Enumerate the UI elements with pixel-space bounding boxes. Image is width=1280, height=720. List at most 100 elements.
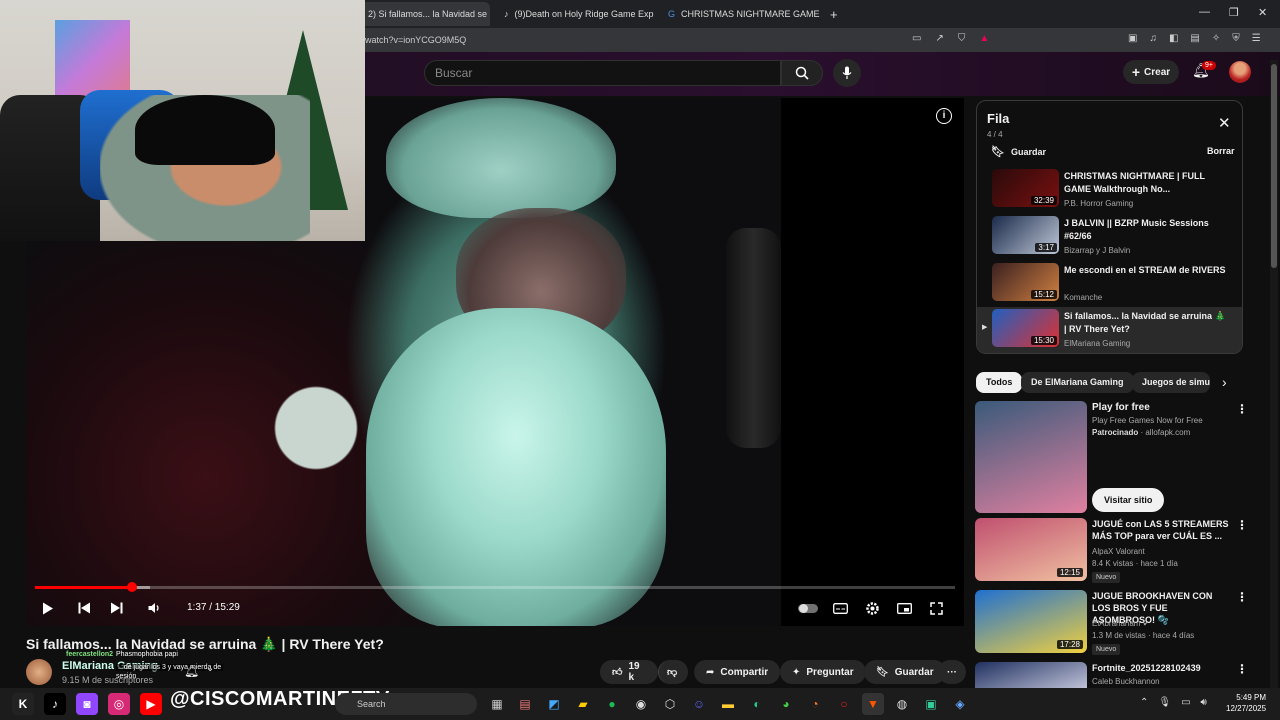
mic-icon[interactable]: 🎙︎	[1158, 697, 1171, 708]
info-icon[interactable]: i	[936, 108, 952, 124]
music-icon[interactable]: ♫	[1149, 33, 1157, 44]
save-button[interactable]: 🔖︎ Guardar	[864, 660, 946, 684]
chip-simulation-games[interactable]: Juegos de simu	[1132, 372, 1210, 393]
network-icon[interactable]: ▭	[1181, 697, 1190, 708]
kebab-icon[interactable]: ⋮	[1236, 402, 1248, 416]
recommendation-title[interactable]: JUGUÉ con LAS 5 STREAMERS MÁS TOP para v…	[1092, 518, 1232, 542]
queue-item-title[interactable]: Si fallamos... la Navidad se arruina 🎄 |…	[1064, 310, 1229, 336]
queue-item-title[interactable]: J BALVIN || BZRP Music Sessions #62/66	[1064, 217, 1229, 243]
queue-thumbnail[interactable]: 3:17	[992, 216, 1059, 254]
fullscreen-icon[interactable]	[930, 598, 943, 618]
video-thumbnail[interactable]: 12:15	[975, 518, 1087, 581]
twitch-icon[interactable]: ◙	[76, 693, 98, 715]
ai-icon[interactable]: ✧	[1212, 33, 1220, 44]
cast-icon[interactable]: ▭	[912, 33, 921, 44]
rewards-icon[interactable]: ▲	[979, 33, 989, 44]
chip-channel[interactable]: De ElMariana Gaming	[1021, 372, 1134, 393]
url-field[interactable]: watch?v=ionYCGO9M5Q	[365, 32, 1000, 48]
ask-button[interactable]: ✦ Preguntar	[780, 660, 866, 684]
video-thumbnail[interactable]: 17:28	[975, 590, 1087, 653]
leo-icon[interactable]: ▣	[1128, 33, 1137, 44]
captions-icon[interactable]	[833, 598, 848, 618]
queue-item[interactable]: ▶ 15:30 Si fallamos... la Navidad se arrui…	[977, 307, 1242, 353]
steam-icon[interactable]: ◈	[949, 693, 971, 715]
queue-item-title[interactable]: CHRISTMAS NIGHTMARE | FULL GAME Walkthro…	[1064, 170, 1229, 196]
progress-bar[interactable]	[35, 586, 955, 589]
queue-thumbnail[interactable]: 15:12	[992, 263, 1059, 301]
app-icon[interactable]: ▣	[920, 693, 942, 715]
minimize-icon[interactable]: —	[1199, 6, 1210, 18]
queue-thumbnail[interactable]: 15:30	[992, 309, 1059, 347]
vpn-icon[interactable]: ⛨	[1232, 33, 1240, 44]
miniplayer-icon[interactable]	[897, 598, 912, 618]
tiktok-icon[interactable]: ♪	[44, 693, 66, 715]
chip-all[interactable]: Todos	[976, 372, 1023, 393]
dislike-button[interactable]: 👎︎	[658, 660, 688, 684]
edge-icon[interactable]: ◐	[746, 693, 768, 715]
prev-icon[interactable]	[78, 598, 91, 618]
recommendation-item[interactable]: 12:15 JUGUÉ con LAS 5 STREAMERS MÁS TOP p…	[975, 518, 1250, 583]
next-icon[interactable]	[110, 598, 123, 618]
play-icon[interactable]	[42, 598, 54, 618]
autoplay-toggle[interactable]	[798, 598, 818, 618]
brave-icon[interactable]: ▼	[862, 693, 884, 715]
scrollbar-thumb[interactable]	[1271, 64, 1277, 268]
obs-icon[interactable]: ◍	[891, 693, 913, 715]
queue-save-button[interactable]: 🔖︎ Guardar	[991, 145, 1046, 158]
queue-item[interactable]: 3:17 J BALVIN || BZRP Music Sessions #62/…	[977, 214, 1242, 260]
firefox-icon[interactable]: ◔	[804, 693, 826, 715]
app-icon[interactable]: ▤	[514, 693, 536, 715]
kick-icon[interactable]: K	[12, 693, 34, 715]
video-thumbnail[interactable]	[975, 401, 1087, 513]
opera-icon[interactable]: ○	[833, 693, 855, 715]
search-input[interactable]: Buscar	[424, 60, 781, 86]
chevron-up-icon[interactable]: ⌃	[1140, 697, 1148, 708]
wallet-icon[interactable]: ▤	[1190, 33, 1199, 44]
shield-icon[interactable]: ⛉	[958, 33, 966, 44]
more-actions-button[interactable]: ···	[938, 660, 966, 684]
chrome-icon[interactable]: ◕	[775, 693, 797, 715]
voice-search-button[interactable]	[833, 59, 861, 87]
chevron-right-icon[interactable]: ›	[1222, 374, 1227, 390]
kebab-icon[interactable]: ⋮	[1236, 590, 1248, 604]
tab-current-video[interactable]: 2) Si fallamos... la Navidad se ✕	[360, 2, 490, 26]
avatar[interactable]	[1229, 61, 1251, 83]
queue-item[interactable]: 32:39 CHRISTMAS NIGHTMARE | FULL GAME Wal…	[977, 167, 1242, 213]
visit-site-button[interactable]: Visitar sitio	[1092, 488, 1165, 512]
menu-icon[interactable]: ☰	[1252, 33, 1261, 44]
kebab-icon[interactable]: ⋮	[1236, 662, 1248, 676]
window-close-icon[interactable]: ✕	[1258, 6, 1267, 19]
notes-icon[interactable]: ▰	[572, 693, 594, 715]
volume-icon[interactable]: 🔊︎	[1201, 697, 1207, 708]
sponsored-item[interactable]: Play for free Play Free Games Now for Fre…	[975, 401, 1250, 513]
tab-christmas-nightmare[interactable]: G CHRISTMAS NIGHTMARE GAME - Bu ✕	[660, 2, 820, 26]
close-icon[interactable]: ✕	[1218, 114, 1231, 132]
media-icon[interactable]: ◉	[630, 693, 652, 715]
sidebar-icon[interactable]: ◧	[1169, 33, 1178, 44]
app-icon[interactable]: ⬡	[659, 693, 681, 715]
tab-death-on-holy-ridge[interactable]: ♪ (9)Death on Holy Ridge Game Explai	[496, 2, 654, 26]
share-button[interactable]: ➦ Compartir	[694, 660, 781, 684]
queue-clear-button[interactable]: Borrar	[1207, 146, 1235, 156]
youtube-icon[interactable]: ▶	[140, 693, 162, 715]
chevron-down-icon[interactable]: ⌄	[206, 663, 214, 674]
settings-icon[interactable]	[865, 598, 880, 618]
taskbar-search[interactable]: Search	[335, 693, 477, 715]
queue-thumbnail[interactable]: 32:39	[992, 169, 1059, 207]
maximize-icon[interactable]: ❐	[1229, 6, 1239, 19]
create-button[interactable]: + Crear	[1123, 60, 1179, 84]
channel-avatar[interactable]	[26, 659, 52, 685]
spotify-icon[interactable]: ●	[601, 693, 623, 715]
volume-icon[interactable]	[148, 598, 162, 618]
recommendation-title[interactable]: Play for free	[1092, 402, 1232, 414]
recommendation-item[interactable]: 17:28 JUGUE BROOKHAVEN CON LOS BROS Y FUE…	[975, 590, 1250, 655]
share-page-icon[interactable]: ↗	[935, 33, 943, 44]
progress-scrubber-handle[interactable]	[126, 582, 137, 592]
task-view-icon[interactable]: ▦	[486, 693, 508, 715]
app-icon[interactable]: ◩	[543, 693, 565, 715]
instagram-icon[interactable]: ◎	[108, 693, 130, 715]
queue-item-title[interactable]: Me escondi en el STREAM de RIVERS	[1064, 264, 1229, 277]
discord-icon[interactable]: ☺	[688, 693, 710, 715]
recommendation-title[interactable]: Fortnite_20251228102439	[1092, 662, 1232, 674]
folder-icon[interactable]: ▬	[717, 693, 739, 715]
